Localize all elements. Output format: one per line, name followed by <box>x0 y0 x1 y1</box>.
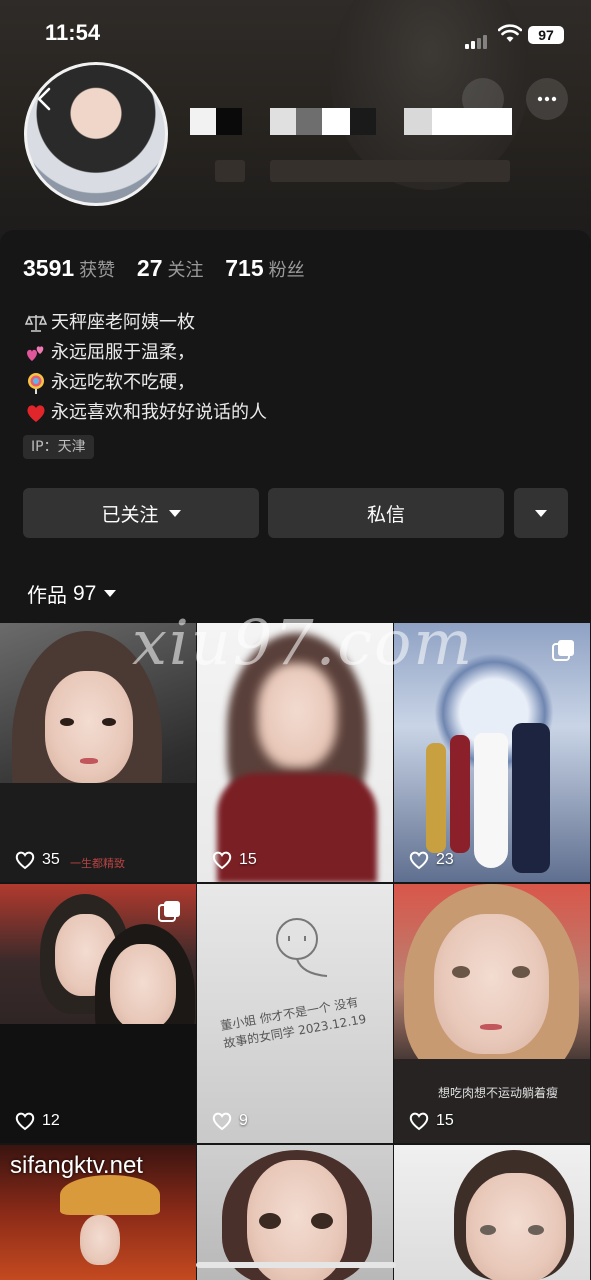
expand-button[interactable] <box>514 488 568 538</box>
bio-text: 天秤座老阿姨一枚 <box>51 312 195 333</box>
cover-text-blur <box>215 160 245 182</box>
heart-outline-icon <box>409 851 429 870</box>
stat-label: 获赞 <box>79 260 116 281</box>
video-thumbnail[interactable]: 董小姐 你才不是一个 没有故事的女同学 2023.12.19 9 <box>197 884 393 1143</box>
scales-icon <box>24 313 48 333</box>
follow-label: 已关注 <box>101 503 159 526</box>
watermark-corner: sifangktv.net <box>10 1152 143 1179</box>
stat-label: 粉丝 <box>268 260 305 281</box>
cover-text-blur <box>270 160 510 182</box>
video-caption: 一生都精致 <box>70 857 125 870</box>
multi-image-icon <box>158 901 180 922</box>
works-label: 作品 <box>27 583 67 607</box>
video-caption: 董小姐 你才不是一个 没有故事的女同学 2023.12.19 <box>219 995 368 1051</box>
wifi-icon <box>498 24 522 42</box>
profile-panel: 3591 获赞 27 关注 715 粉丝 天秤座老阿姨一枚 永远屈服于温柔， 永远吃软… <box>0 230 591 623</box>
video-thumbnail[interactable]: 想吃肉想不运动躺着瘦 15 <box>394 884 590 1143</box>
message-label: 私信 <box>366 503 405 526</box>
more-icon <box>537 96 557 102</box>
back-icon[interactable] <box>34 86 54 112</box>
likes-count: 15 <box>408 1111 454 1131</box>
cellular-signal-icon <box>465 30 489 49</box>
video-thumbnail[interactable] <box>197 1145 393 1280</box>
bio-text: 永远吃软不吃硬， <box>51 372 195 393</box>
chevron-down-icon <box>535 509 547 517</box>
likes-value: 35 <box>42 851 60 868</box>
likes-value: 9 <box>239 1112 248 1129</box>
battery-indicator: 97 <box>528 26 564 44</box>
snow-drawing <box>276 918 328 977</box>
stat-label: 关注 <box>167 260 204 281</box>
video-thumbnail[interactable] <box>394 1145 590 1280</box>
multi-image-icon <box>552 640 574 661</box>
video-thumbnail[interactable]: 12 <box>0 884 196 1143</box>
home-indicator[interactable] <box>196 1262 396 1268</box>
stat-likes: 3591 获赞 <box>23 255 115 282</box>
bio-line: 永远屈服于温柔， <box>24 338 267 368</box>
heart-outline-icon <box>15 1112 35 1131</box>
heart-outline-icon <box>212 1112 232 1131</box>
avatar[interactable] <box>24 62 168 206</box>
likes-count: 9 <box>211 1111 248 1131</box>
stat-value: 715 <box>225 255 264 281</box>
heart-icon <box>24 403 48 423</box>
likes-count: 23 <box>408 850 454 870</box>
likes-count: 12 <box>14 1111 60 1131</box>
heart-outline-icon <box>212 851 232 870</box>
follow-button[interactable]: 已关注 <box>23 488 259 538</box>
works-tab[interactable]: 作品 97 <box>27 579 117 608</box>
stat-value: 27 <box>136 255 163 281</box>
stat-value: 3591 <box>23 255 75 281</box>
more-button[interactable] <box>526 78 568 120</box>
bio-line: 永远喜欢和我好好说话的人 <box>24 398 267 428</box>
bio-line: 永远吃软不吃硬， <box>24 368 267 398</box>
status-bar: 11:54 97 <box>0 0 591 70</box>
heart-outline-icon <box>15 851 35 870</box>
chevron-down-icon <box>168 509 181 517</box>
likes-value: 12 <box>42 1112 60 1129</box>
works-count: 97 <box>73 581 97 605</box>
bio-text: 永远喜欢和我好好说话的人 <box>51 402 267 423</box>
lollipop-icon <box>24 372 48 394</box>
likes-value: 23 <box>436 851 454 868</box>
profile-bio: 天秤座老阿姨一枚 永远屈服于温柔， 永远吃软不吃硬， 永远喜欢和我好好说话的人 <box>24 308 267 428</box>
video-caption: 想吃肉想不运动躺着瘦 <box>438 1086 559 1100</box>
bio-line: 天秤座老阿姨一枚 <box>24 308 267 338</box>
heart-outline-icon <box>409 1112 429 1131</box>
likes-count: 15 <box>211 850 257 870</box>
likes-value: 15 <box>239 851 257 868</box>
ip-location-badge: IP：天津 <box>23 435 94 459</box>
likes-value: 15 <box>436 1112 454 1129</box>
status-time: 11:54 <box>45 20 101 45</box>
stat-following[interactable]: 27 关注 <box>137 255 204 282</box>
chevron-down-icon <box>104 590 117 597</box>
likes-count: 35 <box>14 850 60 870</box>
stat-followers[interactable]: 715 粉丝 <box>225 255 304 282</box>
profile-stats: 3591 获赞 27 关注 715 粉丝 <box>23 255 321 282</box>
bio-text: 永远屈服于温柔， <box>51 342 195 363</box>
hearts-icon <box>24 343 48 363</box>
message-button[interactable]: 私信 <box>268 488 504 538</box>
watermark-text: xiu97.com <box>132 606 475 679</box>
